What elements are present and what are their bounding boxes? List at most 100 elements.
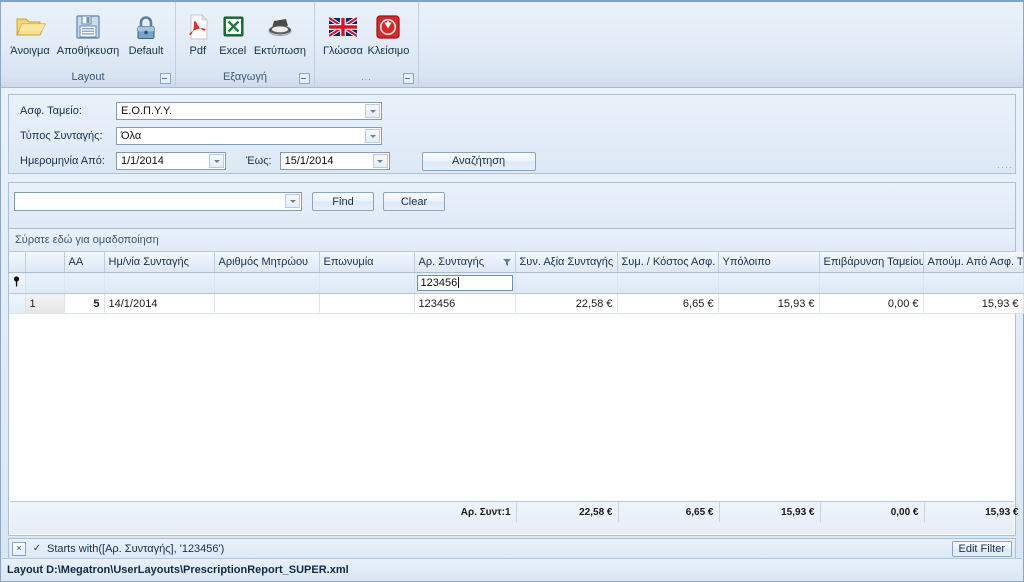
summary-blank-name (320, 502, 415, 522)
table-row[interactable]: 1 5 14/1/2014 123456 22,58 € 6,65 € 15,9… (9, 293, 1024, 314)
uk-flag-icon (328, 10, 357, 44)
open-layout-label: Άνοιγμα (10, 45, 50, 57)
filter-cell-fund-charge[interactable] (819, 272, 924, 294)
ribbon-group-misc: Γλώσσα Κλείσιμο ... (315, 2, 419, 86)
filter-cell-name[interactable] (319, 272, 415, 294)
date-from-calendar-chevron-down-icon[interactable] (209, 154, 224, 168)
ribbon-group-layout-label: Layout (71, 71, 105, 83)
find-history-chevron-down-icon[interactable] (285, 194, 300, 208)
edit-filter-button[interactable]: Edit Filter (951, 541, 1012, 557)
filter-cell-claimed[interactable] (923, 272, 1024, 294)
grid-header-claimed[interactable]: Απούμ. Από Ασφ. Τ... (923, 252, 1024, 273)
ribbon-group-misc-label: ... (361, 72, 372, 82)
summary-remaining: 15,93 € (719, 502, 821, 522)
layout-dialog-launcher-icon[interactable] (160, 73, 171, 84)
filter-input-prescription-no[interactable]: 123456 (416, 275, 513, 291)
filter-enabled-checkbox[interactable]: ✓ (31, 543, 43, 555)
date-to-value: 15/1/2014 (284, 155, 334, 167)
data-grid: Σύρατε εδώ για ομαδοποίηση AA Ημ/νία Συν… (8, 228, 1024, 536)
filter-cell-registry[interactable] (214, 272, 320, 294)
ribbon-group-export-title: Εξαγωγή (176, 69, 314, 86)
ribbon-group-layout: Άνοιγμα Αποθήκευση Default Layout (1, 2, 176, 86)
close-button[interactable]: Κλείσιμο (365, 6, 412, 61)
row-number-cell[interactable]: 1 (25, 293, 65, 314)
application-window: Άνοιγμα Αποθήκευση Default Layout Pdf Ex… (0, 0, 1024, 582)
prescription-type-combobox[interactable]: Όλα (116, 127, 382, 145)
date-from-input[interactable]: 1/1/2014 (116, 152, 226, 170)
cell-prescription-no: 123456 (414, 293, 516, 314)
export-excel-label: Excel (219, 45, 247, 57)
date-to-calendar-chevron-down-icon[interactable] (372, 154, 388, 168)
grid-header-name[interactable]: Επωνυμία (319, 252, 415, 273)
status-bar: Layout D:\Megatron\UserLayouts\Prescript… (2, 558, 1022, 580)
print-button[interactable]: Εκτύπωση (252, 6, 308, 61)
export-excel-button[interactable]: Excel (216, 6, 250, 61)
date-to-label: Έως: (246, 155, 272, 167)
filter-cell-remaining[interactable] (718, 272, 820, 294)
search-button[interactable]: Αναζήτηση (421, 151, 536, 171)
export-pdf-button[interactable]: Pdf (182, 6, 214, 61)
save-layout-button[interactable]: Αποθήκευση (55, 6, 121, 61)
grid-table: AA Ημ/νία Συνταγής Αριθμός Μητρώου Επωνυ… (9, 252, 1024, 314)
ribbon-group-export-label: Εξαγωγή (222, 71, 268, 83)
summary-claimed: 15,93 € (924, 502, 1024, 522)
filter-cell-rownum[interactable] (25, 272, 65, 294)
grid-header-remaining[interactable]: Υπόλοιπο (718, 252, 820, 273)
summary-fund-charge: 0,00 € (820, 502, 925, 522)
excel-icon (220, 10, 246, 44)
filter-cell-total-value[interactable] (515, 272, 618, 294)
clear-button[interactable]: Clear (383, 192, 445, 211)
cell-claimed: 15,93 € (923, 293, 1024, 314)
ribbon-toolbar: Άνοιγμα Αποθήκευση Default Layout Pdf Ex… (1, 2, 1023, 88)
summary-insurance-cost: 6,65 € (618, 502, 720, 522)
filter-cell-date[interactable] (104, 272, 215, 294)
grid-header-fund-charge[interactable]: Επιβάρυνση Ταμείου (819, 252, 924, 273)
close-label: Κλείσιμο (367, 45, 410, 57)
filter-icon[interactable] (502, 257, 511, 266)
open-folder-icon (14, 10, 46, 44)
export-dialog-launcher-icon[interactable] (299, 73, 310, 84)
cell-insurance-cost: 6,65 € (617, 293, 719, 314)
filter-cell-prescription-no[interactable]: 123456 (414, 272, 516, 294)
default-layout-button[interactable]: Default (123, 6, 169, 61)
language-button[interactable]: Γλώσσα (321, 6, 365, 61)
fund-combobox[interactable]: Ε.Ο.Π.Υ.Υ. (116, 102, 382, 120)
close-filter-icon[interactable]: × (12, 541, 26, 556)
grid-header-prescription-no[interactable]: Αρ. Συνταγής (414, 252, 516, 273)
grid-header-prescription-no-label: Αρ. Συνταγής (418, 256, 485, 268)
filter-cell-insurance-cost[interactable] (617, 272, 719, 294)
prescription-type-dropdown-chevron-down-icon[interactable] (365, 129, 380, 143)
export-pdf-label: Pdf (189, 45, 207, 57)
filter-row-pin-icon (14, 276, 20, 287)
misc-dialog-launcher-icon[interactable] (403, 73, 414, 84)
filter-cell-aa[interactable] (64, 272, 105, 294)
open-layout-button[interactable]: Άνοιγμα (7, 6, 53, 61)
cell-name (319, 293, 415, 314)
lock-icon (132, 10, 160, 44)
language-label: Γλώσσα (323, 45, 363, 57)
grid-header-aa[interactable]: AA (64, 252, 105, 273)
filter-expression[interactable]: Starts with([Αρ. Συνταγής], '123456') (47, 543, 224, 555)
grid-header-registry[interactable]: Αριθμός Μητρώου (214, 252, 320, 273)
ribbon-group-misc-title: ... (315, 69, 418, 86)
search-criteria-panel: Ασφ. Ταμείο: Ε.Ο.Π.Υ.Υ. Τύπος Συνταγής: … (8, 94, 1016, 174)
panel-resize-grip-icon[interactable]: ···· (997, 162, 1013, 172)
grid-filter-row: 123456 (9, 272, 1024, 294)
find-input[interactable] (14, 192, 302, 211)
filter-row-indicator (9, 272, 26, 294)
summary-count: Αρ. Συντ:1 (415, 502, 517, 522)
group-by-panel[interactable]: Σύρατε εδώ για ομαδοποίηση (9, 229, 1015, 252)
fund-dropdown-chevron-down-icon[interactable] (365, 104, 380, 118)
grid-header-date[interactable]: Ημ/νία Συνταγής (104, 252, 215, 273)
date-to-input[interactable]: 15/1/2014 (279, 152, 390, 170)
grid-header-total-value[interactable]: Συν. Αξία Συνταγής (515, 252, 618, 273)
prescription-type-value: Όλα (121, 130, 142, 142)
grid-summary-row: Αρ. Συντ:1 22,58 € 6,65 € 15,93 € 0,00 €… (10, 501, 1024, 534)
print-label: Εκτύπωση (253, 45, 306, 57)
grid-header-rownum[interactable] (25, 252, 65, 273)
default-layout-label: Default (128, 45, 164, 57)
grid-header-row: AA Ημ/νία Συνταγής Αριθμός Μητρώου Επωνυ… (9, 252, 1024, 273)
grid-header-insurance-cost[interactable]: Συμ. / Κόστος Ασφ. (617, 252, 719, 273)
save-floppy-icon (73, 10, 103, 44)
find-button[interactable]: Find (312, 192, 374, 211)
